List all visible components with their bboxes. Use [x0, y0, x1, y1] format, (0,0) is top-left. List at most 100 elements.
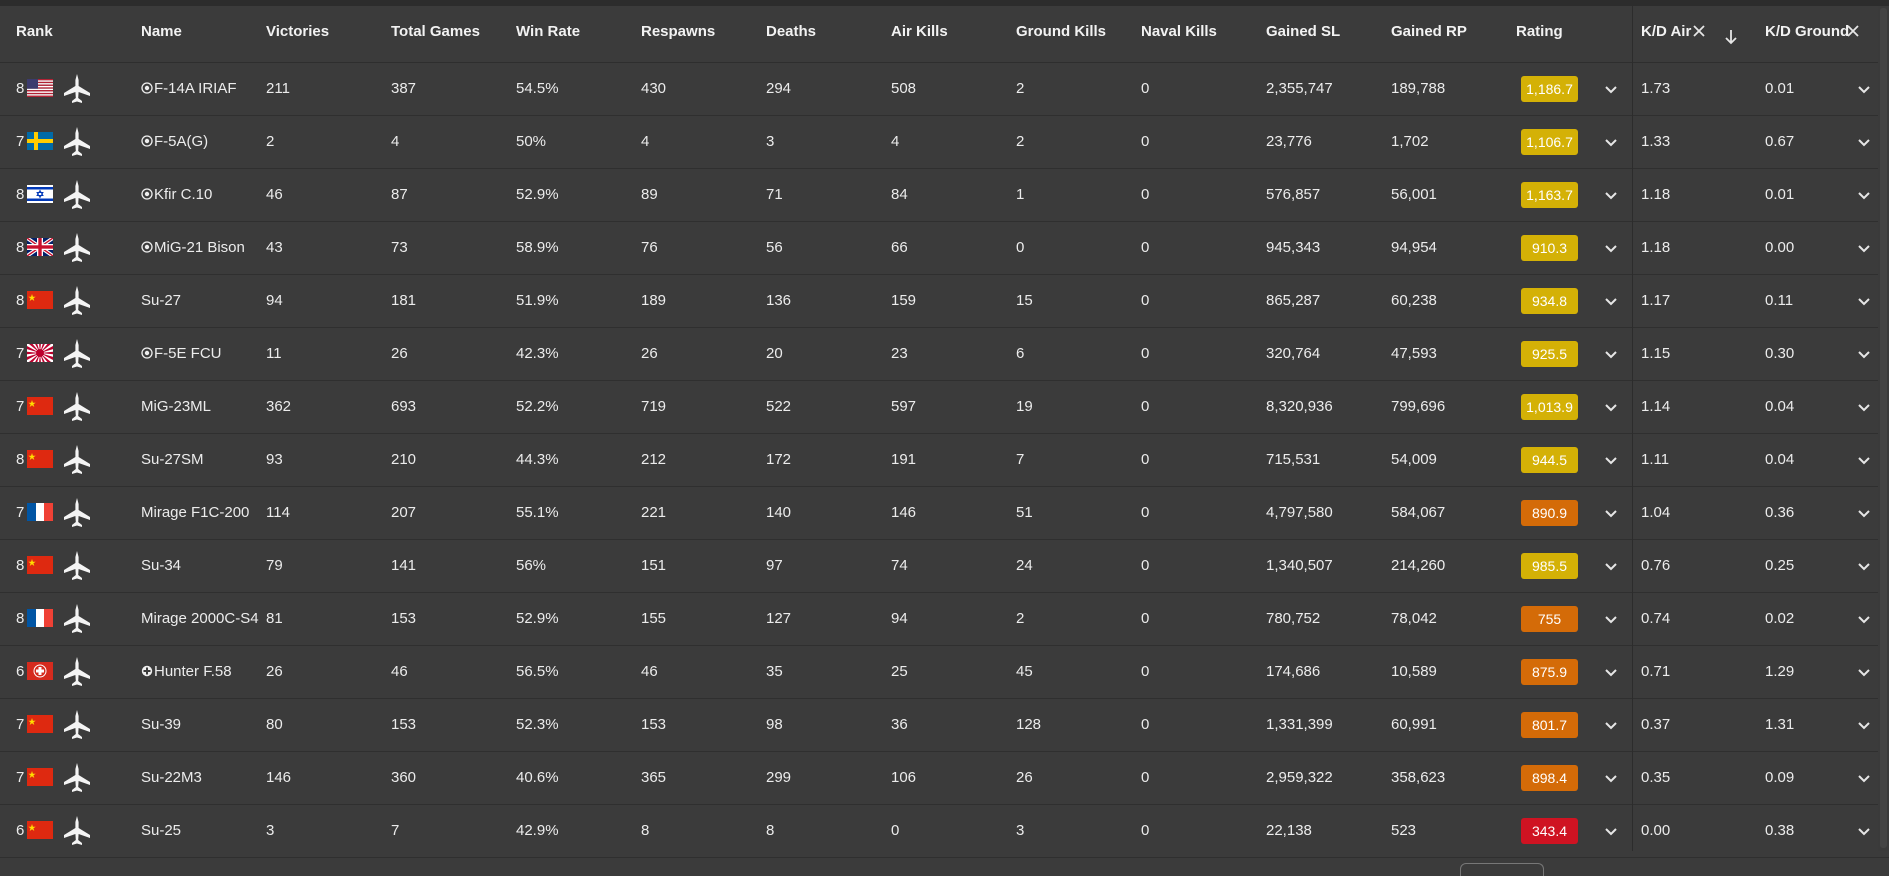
cell-vehicle-name[interactable]: Su-34: [141, 540, 181, 592]
table-row[interactable]: 8 Su-34 79 141 56% 151 97 74 24 0 1,340,507 214,260…: [0, 540, 1889, 593]
jet-icon: [64, 392, 90, 421]
chevron-down-icon[interactable]: [1855, 610, 1873, 628]
sort-descending-icon[interactable]: [1724, 28, 1738, 46]
table-row[interactable]: 8 MiG-21 Bison 43 73 58.9% 76 56 66 0 0 945,343 94,…: [0, 222, 1889, 275]
chevron-down-icon[interactable]: [1855, 504, 1873, 522]
cell-vehicle-name[interactable]: Mirage 2000C-S4: [141, 593, 259, 645]
chevron-down-icon[interactable]: [1602, 716, 1620, 734]
chevron-down-icon[interactable]: [1602, 133, 1620, 151]
chevron-down-icon[interactable]: [1855, 292, 1873, 310]
table-row[interactable]: 8 Su-27SM 93 210 44.3% 212 172 191 7 0 715,531 54,0…: [0, 434, 1889, 487]
cell-vehicle-name[interactable]: F-14A IRIAF: [141, 63, 237, 115]
header-win-rate[interactable]: Win Rate: [516, 6, 580, 62]
close-icon[interactable]: [1692, 24, 1706, 38]
chevron-down-icon[interactable]: [1602, 345, 1620, 363]
header-rating[interactable]: Rating: [1516, 6, 1563, 62]
chevron-down-icon[interactable]: [1855, 822, 1873, 840]
cell-total-games: 141: [391, 557, 417, 574]
chevron-down-icon[interactable]: [1855, 663, 1873, 681]
cell-gained-sl: 945,343: [1266, 239, 1321, 256]
header-gained-sl[interactable]: Gained SL: [1266, 6, 1340, 62]
chevron-down-icon[interactable]: [1602, 186, 1620, 204]
header-air-kills[interactable]: Air Kills: [891, 6, 948, 62]
cell-vehicle-name[interactable]: Kfir C.10: [141, 169, 212, 221]
chevron-down-icon[interactable]: [1602, 292, 1620, 310]
pagination-tab[interactable]: [1460, 863, 1544, 876]
table-row[interactable]: 7 F-5A(G) 2 4 50% 4 3 4 2 0 23,776 1,702 1.33 0.67 1,1…: [0, 116, 1889, 169]
cell-vehicle-name[interactable]: F-5E FCU: [141, 328, 222, 380]
header-kd-ground[interactable]: K/D Ground: [1765, 6, 1849, 62]
jet-icon: [64, 233, 90, 262]
chevron-down-icon[interactable]: [1602, 557, 1620, 575]
cross-icon: [141, 665, 153, 677]
chevron-down-icon[interactable]: [1855, 398, 1873, 416]
header-name[interactable]: Name: [141, 6, 182, 62]
cell-gained-rp: 358,623: [1391, 769, 1446, 786]
table-row[interactable]: 7 Su-22M3 146 360 40.6% 365 299 106 26 0 2,959,322…: [0, 752, 1889, 805]
cell-vehicle-name[interactable]: MiG-23ML: [141, 381, 211, 433]
table-row[interactable]: 7 MiG-23ML 362 693 52.2% 719 522 597 19 0 8,320,93…: [0, 381, 1889, 434]
cell-respawns: 76: [641, 239, 658, 256]
table-row[interactable]: 8 Mirage 2000C-S4 81 153 52.9% 155 127 94 2 0 780,…: [0, 593, 1889, 646]
chevron-down-icon[interactable]: [1855, 239, 1873, 257]
chevron-down-icon[interactable]: [1855, 133, 1873, 151]
table-row[interactable]: 7 F-5E FCU 11 26 42.3% 26 20 23 6 0 320,764 47,593 1…: [0, 328, 1889, 381]
header-deaths[interactable]: Deaths: [766, 6, 816, 62]
table-row[interactable]: 8 Su-27 94 181 51.9% 189 136 159 15 0 865,287 60,23…: [0, 275, 1889, 328]
table-row[interactable]: 8 Kfir C.10 46 87 52.9% 89 71 84 1 0 576,857 56,001…: [0, 169, 1889, 222]
cell-respawns: 26: [641, 345, 658, 362]
cell-respawns: 46: [641, 663, 658, 680]
chevron-down-icon[interactable]: [1602, 239, 1620, 257]
cell-respawns: 151: [641, 557, 667, 574]
cell-vehicle-name[interactable]: Su-39: [141, 699, 181, 751]
cell-vehicle-name[interactable]: Hunter F.58: [141, 646, 232, 698]
scrollbar-thumb[interactable]: [1880, 8, 1887, 848]
cell-deaths: 35: [766, 663, 783, 680]
header-gained-rp[interactable]: Gained RP: [1391, 6, 1467, 62]
cell-ground-kills: 3: [1016, 822, 1025, 839]
chevron-down-icon[interactable]: [1602, 504, 1620, 522]
table-row[interactable]: 7 Su-39 80 153 52.3% 153 98 36 128 0 1,331,399 60,9…: [0, 699, 1889, 752]
cell-vehicle-name[interactable]: Su-27SM: [141, 434, 204, 486]
chevron-down-icon[interactable]: [1855, 557, 1873, 575]
table-row[interactable]: 6 Su-25 3 7 42.9% 8 8 0 3 0 22,138 523 0.00 0.38 343.4: [0, 805, 1889, 858]
header-ground-kills[interactable]: Ground Kills: [1016, 6, 1106, 62]
table-row[interactable]: 6 Hunter F.58 26 46 56.5% 46 35 25 45 0 174,686 10,…: [0, 646, 1889, 699]
chevron-down-icon[interactable]: [1602, 398, 1620, 416]
cell-respawns: 189: [641, 292, 667, 309]
chevron-down-icon[interactable]: [1855, 345, 1873, 363]
table-row[interactable]: 8 F-14A IRIAF 211 387 54.5% 430 294 508 2 0 2,355,…: [0, 63, 1889, 116]
table-row[interactable]: 7 Mirage F1C-200 114 207 55.1% 221 140 146 51 0 4,…: [0, 487, 1889, 540]
cell-vehicle-name[interactable]: Su-22M3: [141, 752, 202, 804]
header-total-games[interactable]: Total Games: [391, 6, 480, 62]
vehicle-name-text: Kfir C.10: [154, 186, 213, 203]
cell-vehicle-name[interactable]: F-5A(G): [141, 116, 208, 168]
chevron-down-icon[interactable]: [1602, 663, 1620, 681]
header-victories[interactable]: Victories: [266, 6, 329, 62]
chevron-down-icon[interactable]: [1855, 451, 1873, 469]
chevron-down-icon[interactable]: [1855, 186, 1873, 204]
header-rank[interactable]: Rank: [16, 6, 53, 62]
cell-win-rate: 58.9%: [516, 239, 559, 256]
close-icon[interactable]: [1846, 24, 1860, 38]
chevron-down-icon[interactable]: [1855, 769, 1873, 787]
cell-vehicle-name[interactable]: Su-25: [141, 805, 181, 857]
jet-icon: [64, 657, 90, 686]
header-naval-kills[interactable]: Naval Kills: [1141, 6, 1217, 62]
chevron-down-icon[interactable]: [1855, 716, 1873, 734]
chevron-down-icon[interactable]: [1602, 451, 1620, 469]
cell-ground-kills: 24: [1016, 557, 1033, 574]
header-respawns[interactable]: Respawns: [641, 6, 715, 62]
chevron-down-icon[interactable]: [1602, 769, 1620, 787]
chevron-down-icon[interactable]: [1602, 822, 1620, 840]
header-kd-air[interactable]: K/D Air: [1641, 6, 1691, 62]
cell-vehicle-name[interactable]: Mirage F1C-200: [141, 487, 249, 539]
cell-vehicle-name[interactable]: MiG-21 Bison: [141, 222, 245, 274]
cell-vehicle-name[interactable]: Su-27: [141, 275, 181, 327]
chevron-down-icon[interactable]: [1602, 80, 1620, 98]
cell-gained-rp: 78,042: [1391, 610, 1437, 627]
cell-gained-rp: 60,238: [1391, 292, 1437, 309]
cell-total-games: 73: [391, 239, 408, 256]
chevron-down-icon[interactable]: [1602, 610, 1620, 628]
chevron-down-icon[interactable]: [1855, 80, 1873, 98]
